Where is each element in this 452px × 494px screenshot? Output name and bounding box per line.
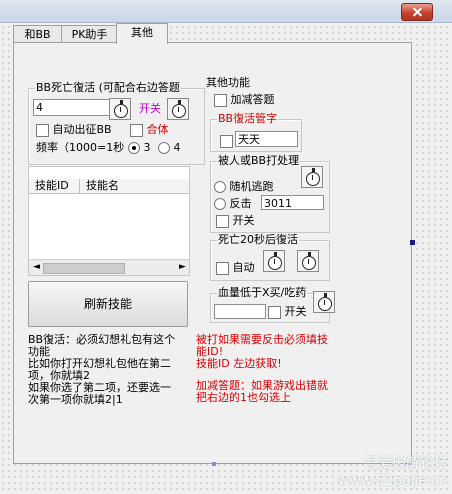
radio-button[interactable] bbox=[214, 198, 226, 210]
timer-icon bbox=[167, 98, 189, 120]
tab-other[interactable]: 其他 bbox=[116, 23, 168, 44]
frequency-label: 频率（1000=1秒 bbox=[36, 141, 125, 154]
skill-table-header: 技能ID 技能名 bbox=[29, 179, 189, 194]
add-reduce-q-checkbox[interactable]: 加减答题 bbox=[214, 93, 275, 107]
bb-revive-title: BB死亡復活 (可配合右边答题 bbox=[35, 81, 181, 95]
counter-label: 反击 bbox=[229, 197, 252, 210]
timer-icon bbox=[313, 291, 335, 313]
checkbox-box[interactable] bbox=[214, 93, 227, 107]
combine-checkbox[interactable]: 合体 bbox=[130, 123, 169, 137]
scroll-thumb[interactable] bbox=[43, 263, 125, 274]
resize-handle[interactable] bbox=[212, 462, 216, 466]
tab-pk[interactable]: PK助手 bbox=[61, 25, 118, 43]
auto-summon-label: 自动出征BB bbox=[52, 123, 112, 136]
counter-attack-radio[interactable]: 反击 bbox=[214, 197, 252, 211]
freq-option-4[interactable]: 4 bbox=[158, 141, 181, 155]
horizontal-scrollbar[interactable]: ◄ ► bbox=[29, 259, 189, 275]
note-line: 把右边的1也勾选上 bbox=[196, 391, 291, 404]
hp-threshold-input[interactable] bbox=[214, 304, 266, 319]
resize-handle[interactable] bbox=[410, 240, 415, 245]
counter-note: 被打如果需要反击必须填技 能ID! 技能ID 左边获取! bbox=[196, 334, 366, 370]
radio-button[interactable] bbox=[214, 181, 226, 193]
column-skill-name[interactable]: 技能名 bbox=[86, 179, 119, 193]
attacked-switch-checkbox[interactable]: 开关 bbox=[216, 214, 255, 228]
watermark-line: 吾爱破解论坛 bbox=[364, 456, 448, 472]
auto-revive-checkbox[interactable]: 自动 bbox=[216, 261, 255, 275]
timer-icon bbox=[301, 166, 323, 188]
admin-name-input[interactable]: 天天 bbox=[235, 131, 298, 147]
scroll-left-icon[interactable]: ◄ bbox=[33, 260, 40, 274]
attacked-title: 被人或BB打处理 bbox=[217, 154, 301, 168]
hp-switch-label: 开关 bbox=[284, 305, 307, 318]
watermark: 吾爱破解论坛 www.52pojie.cn bbox=[338, 456, 448, 490]
bb-revive-admin-title: BB復活管字 bbox=[217, 112, 279, 126]
refresh-skills-button[interactable]: 刷新技能 bbox=[28, 281, 188, 327]
death-revive-title: 死亡20秒后復活 bbox=[217, 233, 299, 247]
title-bar bbox=[0, 0, 452, 23]
note-line: 技能ID 左边获取! bbox=[196, 357, 282, 370]
freq-option-4-label: 4 bbox=[173, 141, 181, 154]
random-escape-radio[interactable]: 随机逃跑 bbox=[214, 180, 274, 194]
tab-strip: 和BB PK助手 其他 bbox=[13, 23, 411, 44]
radio-button[interactable] bbox=[128, 142, 140, 154]
timer-icon bbox=[297, 250, 319, 272]
other-functions-title: 其他功能 bbox=[206, 76, 250, 89]
hp-switch-checkbox[interactable]: 开关 bbox=[268, 305, 307, 319]
checkbox-box[interactable] bbox=[36, 123, 49, 137]
admin-checkbox[interactable] bbox=[220, 135, 233, 148]
timer-icon bbox=[263, 250, 285, 272]
auto-summon-checkbox[interactable]: 自动出征BB bbox=[36, 123, 112, 137]
bb-revive-switch-label: 开关 bbox=[139, 102, 161, 115]
column-skill-id[interactable]: 技能ID bbox=[35, 179, 69, 193]
help-line: BB復活：必须幻想礼包有这个 bbox=[28, 333, 176, 346]
checkbox-box[interactable] bbox=[268, 305, 281, 319]
help-text: BB復活：必须幻想礼包有这个 功能 比如你打开幻想礼包他在第二 项，你就填2 如… bbox=[28, 334, 208, 406]
auto-revive-label: 自动 bbox=[232, 261, 255, 274]
help-line: 次第一项你就填2|1 bbox=[28, 393, 123, 406]
random-escape-label: 随机逃跑 bbox=[229, 180, 274, 193]
add-reduce-note: 加减答题：如果游戏出错就 把右边的1也勾选上 bbox=[196, 380, 366, 404]
add-reduce-q-label: 加减答题 bbox=[230, 93, 275, 106]
tab-panel-other: BB死亡復活 (可配合右边答题 4 开关 自动出征BB 合体 频率（1000=1… bbox=[13, 42, 412, 464]
attacked-switch-label: 开关 bbox=[232, 214, 255, 227]
scroll-right-icon[interactable]: ► bbox=[179, 260, 186, 274]
tab-bb[interactable]: 和BB bbox=[13, 25, 62, 43]
checkbox-box[interactable] bbox=[130, 123, 143, 137]
timer-icon bbox=[109, 98, 131, 120]
checkbox-box[interactable] bbox=[216, 261, 229, 275]
freq-option-3[interactable]: 3 bbox=[128, 141, 151, 155]
skill-list[interactable]: 技能ID 技能名 ◄ ► bbox=[28, 166, 190, 276]
counter-skill-input[interactable]: 3011 bbox=[261, 195, 324, 210]
watermark-line: www.52pojie.cn bbox=[337, 473, 448, 489]
freq-option-3-label: 3 bbox=[143, 141, 151, 154]
radio-button[interactable] bbox=[158, 142, 170, 154]
checkbox-box[interactable] bbox=[216, 214, 229, 228]
hp-title: 血量低于X买/吃药 bbox=[217, 286, 308, 300]
combine-label: 合体 bbox=[146, 123, 169, 136]
close-button[interactable] bbox=[401, 3, 433, 21]
column-divider bbox=[79, 179, 80, 193]
